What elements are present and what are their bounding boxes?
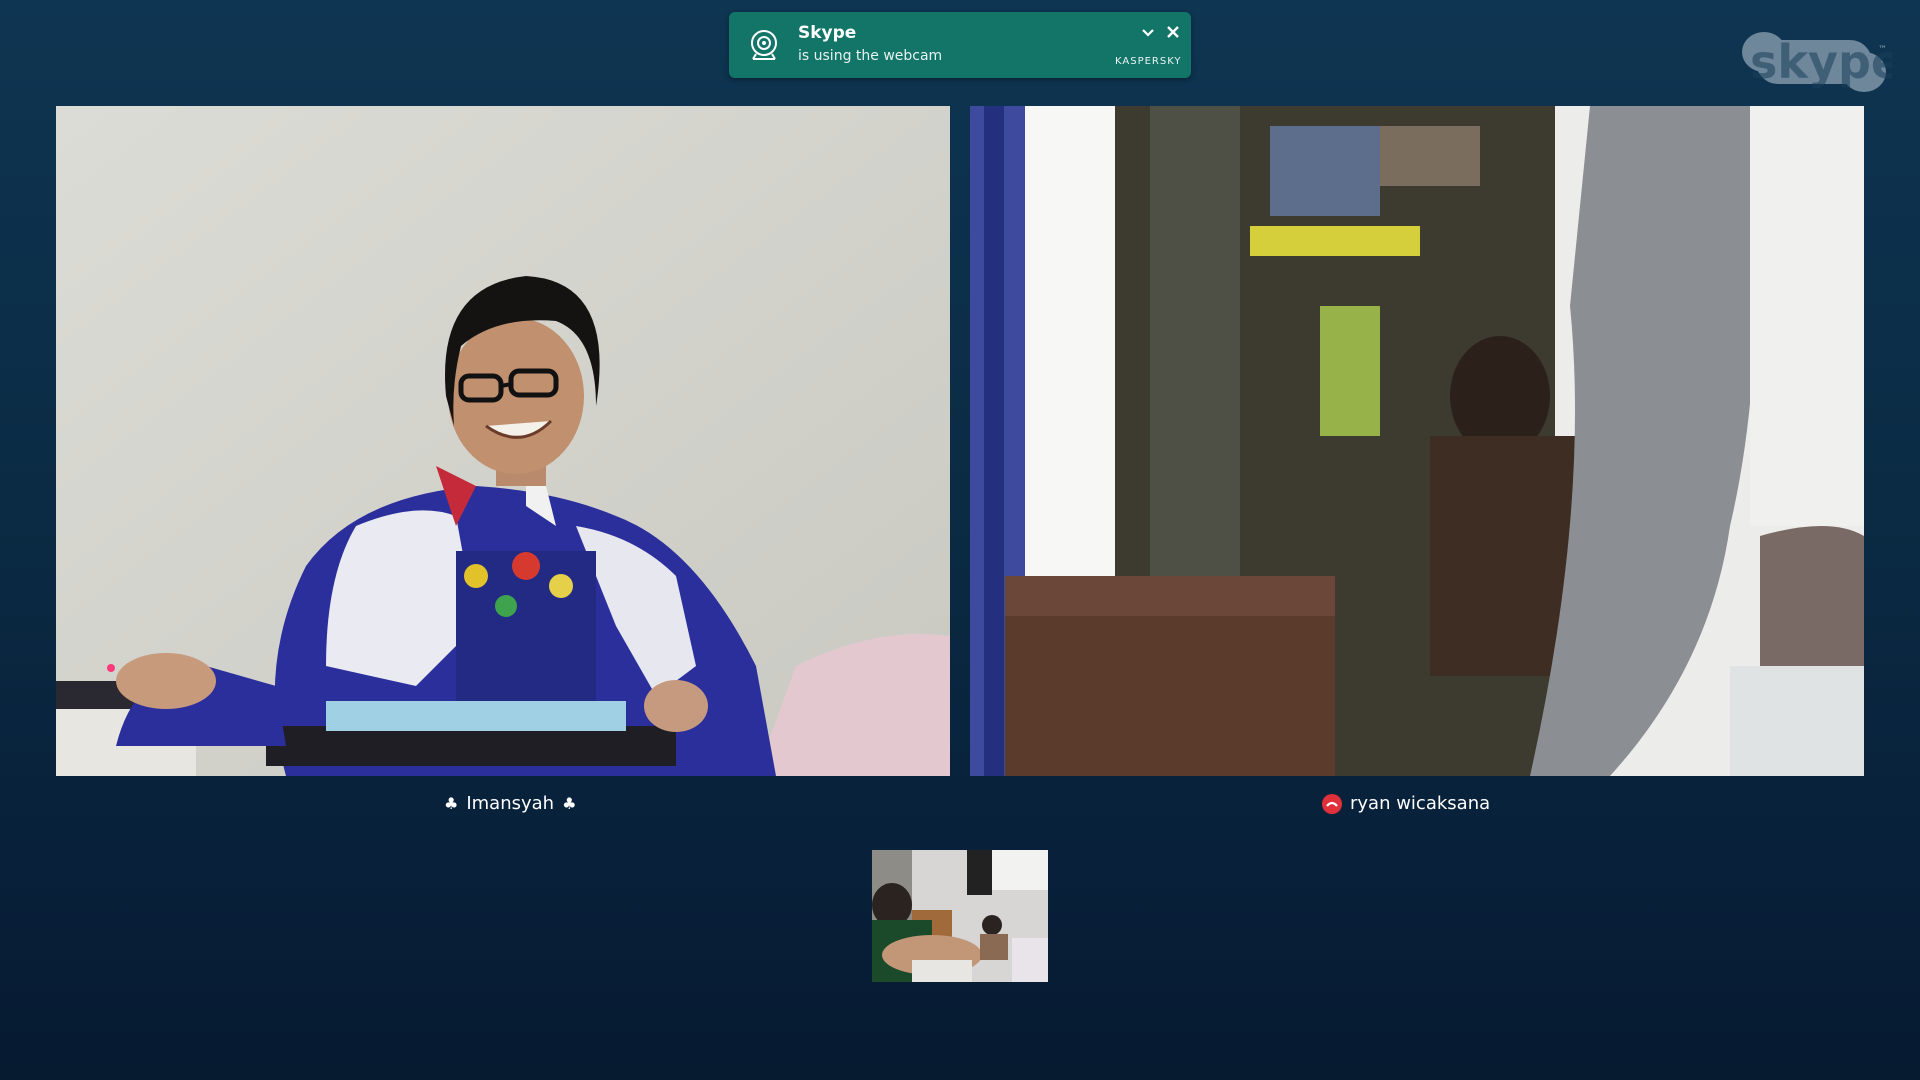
video-feed [970, 106, 1864, 776]
svg-text:skype: skype [1750, 35, 1892, 89]
close-icon[interactable] [1165, 24, 1181, 40]
hangup-icon [1322, 793, 1342, 814]
trademark-mark: ™ [1878, 45, 1887, 55]
notification-title: Skype [798, 23, 857, 43]
webcam-icon [751, 30, 777, 60]
self-view-video[interactable] [872, 850, 1048, 982]
video-feed [56, 106, 950, 776]
chevron-down-icon[interactable] [1140, 26, 1156, 40]
kaspersky-logo: KASPERSKY [1115, 56, 1182, 67]
participant-name-label: Imansyah [466, 793, 555, 814]
participant-name-label: ryan wicaksana [1350, 793, 1491, 814]
club-icon: ♣ [444, 794, 459, 813]
participant-name-ryan: ryan wicaksana [1322, 793, 1490, 814]
notification-message: is using the webcam [798, 48, 943, 64]
webcam-notification: Skype is using the webcam KASPERSKY [729, 12, 1191, 78]
club-icon: ♣ [562, 794, 577, 813]
participant-name-imansyah: ♣ Imansyah ♣ [444, 793, 576, 814]
video-feed [872, 850, 1048, 982]
participant-video-imansyah[interactable] [56, 106, 950, 776]
skype-logo: skype ™ [1742, 32, 1892, 92]
participant-video-ryan[interactable] [970, 106, 1864, 776]
